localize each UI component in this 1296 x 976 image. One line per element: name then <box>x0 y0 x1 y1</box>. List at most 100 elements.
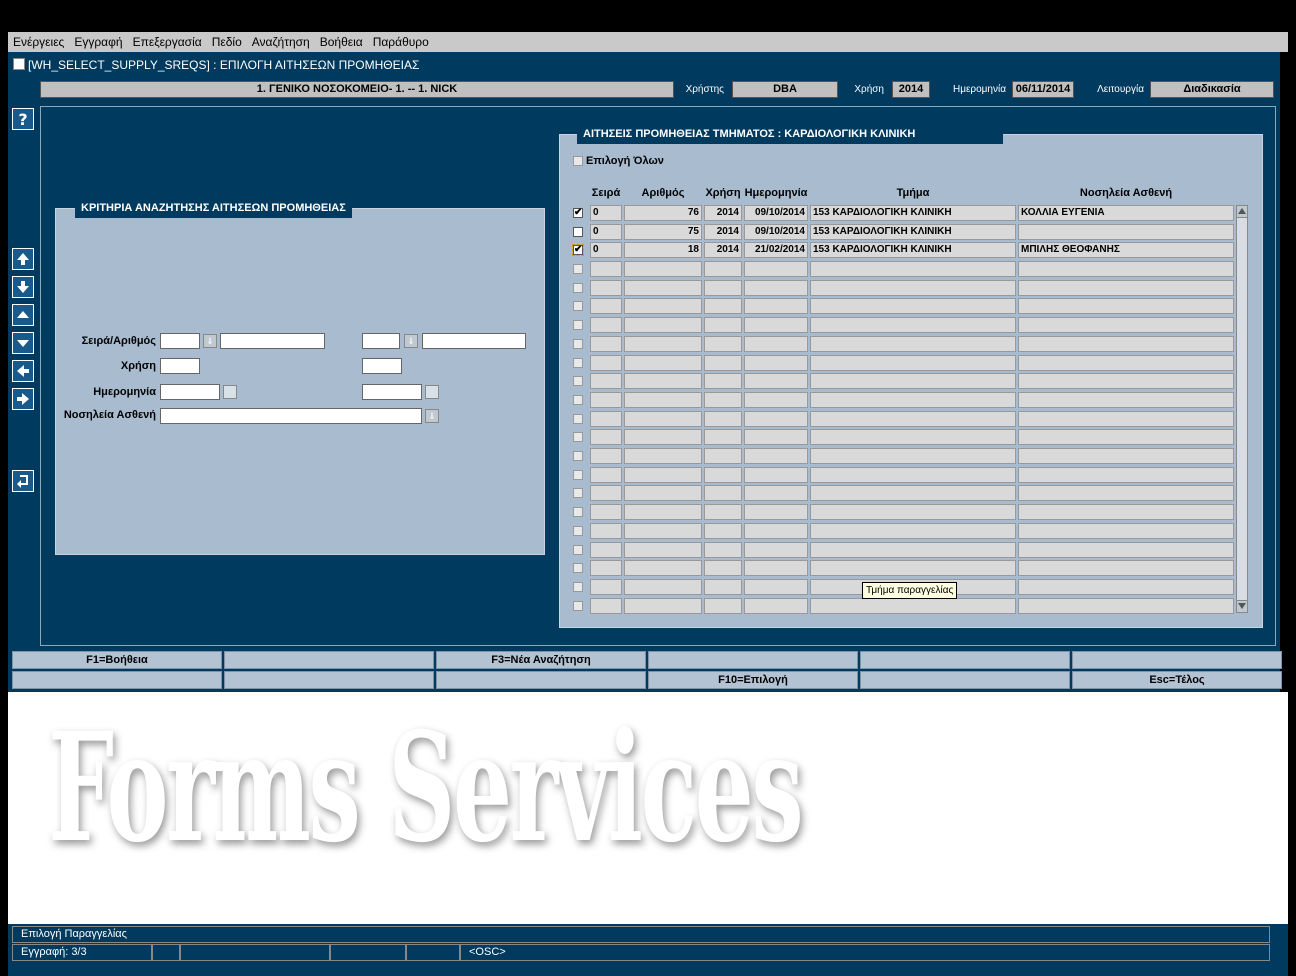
empty-cell[interactable] <box>1018 298 1234 315</box>
empty-cell[interactable] <box>590 597 622 614</box>
row-checkbox[interactable] <box>573 469 583 480</box>
empty-cell[interactable] <box>624 373 702 390</box>
row-checkbox[interactable] <box>573 357 583 368</box>
empty-cell[interactable] <box>704 317 742 334</box>
empty-cell[interactable] <box>624 522 702 539</box>
function-key-button[interactable] <box>436 671 646 689</box>
last-record-button[interactable] <box>12 276 34 298</box>
cell-year[interactable]: 2014 <box>704 205 742 221</box>
empty-cell[interactable] <box>704 560 742 577</box>
empty-cell[interactable] <box>810 261 1016 277</box>
empty-cell[interactable] <box>624 448 702 464</box>
empty-cell[interactable] <box>590 373 622 390</box>
empty-cell[interactable] <box>624 317 702 334</box>
row-checkbox[interactable] <box>573 338 583 349</box>
empty-cell[interactable] <box>704 448 742 464</box>
empty-cell[interactable] <box>810 391 1016 408</box>
empty-cell[interactable] <box>744 373 808 390</box>
empty-cell[interactable] <box>744 298 808 315</box>
date-from-input[interactable] <box>160 384 220 400</box>
first-record-button[interactable] <box>12 248 34 270</box>
empty-cell[interactable] <box>1018 354 1234 371</box>
empty-cell[interactable] <box>744 504 808 521</box>
empty-cell[interactable] <box>590 466 622 483</box>
empty-cell[interactable] <box>744 485 808 502</box>
cell-date[interactable]: 21/02/2014 <box>744 242 808 258</box>
cell-year[interactable]: 2014 <box>704 224 742 240</box>
empty-cell[interactable] <box>590 317 622 334</box>
function-key-button[interactable] <box>224 651 434 669</box>
empty-cell[interactable] <box>810 448 1016 464</box>
series-to-lov-button[interactable]: ⇓ <box>404 334 418 348</box>
patient-input[interactable] <box>160 408 422 424</box>
row-checkbox[interactable] <box>573 282 583 293</box>
empty-cell[interactable] <box>624 410 702 427</box>
function-key-button[interactable] <box>1072 651 1282 669</box>
function-key-button[interactable] <box>224 671 434 689</box>
date-from-calendar-button[interactable] <box>223 385 237 399</box>
empty-cell[interactable] <box>590 429 622 446</box>
row-checkbox[interactable]: ✔ <box>573 208 583 218</box>
empty-cell[interactable] <box>1018 560 1234 577</box>
empty-cell[interactable] <box>704 298 742 315</box>
cell-date[interactable]: 09/10/2014 <box>744 224 808 240</box>
series-lov-button[interactable]: ⇓ <box>203 334 217 348</box>
row-checkbox[interactable] <box>573 320 583 331</box>
cell-number[interactable]: 76 <box>624 205 702 221</box>
cell-department[interactable]: 153 ΚΑΡΔΙΟΛΟΓΙΚΗ ΚΛΙΝΙΚΗ <box>810 242 1016 258</box>
empty-cell[interactable] <box>590 279 622 296</box>
row-checkbox[interactable] <box>573 413 583 424</box>
empty-cell[interactable] <box>704 261 742 277</box>
cell-number[interactable]: 18 <box>624 242 702 258</box>
menu-field[interactable]: Πεδίο <box>207 32 247 49</box>
empty-cell[interactable] <box>1018 541 1234 558</box>
empty-cell[interactable] <box>704 391 742 408</box>
empty-cell[interactable] <box>624 391 702 408</box>
date-to-calendar-button[interactable] <box>425 385 439 399</box>
series-to-input[interactable] <box>362 333 400 349</box>
menu-search[interactable]: Αναζήτηση <box>247 32 315 49</box>
empty-cell[interactable] <box>704 466 742 483</box>
row-checkbox[interactable] <box>573 451 583 461</box>
empty-cell[interactable] <box>624 429 702 446</box>
empty-cell[interactable] <box>590 391 622 408</box>
empty-cell[interactable] <box>744 261 808 277</box>
cell-series[interactable]: 0 <box>590 242 622 258</box>
row-checkbox[interactable] <box>573 507 583 518</box>
empty-cell[interactable] <box>624 541 702 558</box>
empty-cell[interactable] <box>590 261 622 277</box>
empty-cell[interactable] <box>810 522 1016 539</box>
empty-cell[interactable] <box>810 485 1016 502</box>
empty-cell[interactable] <box>1018 410 1234 427</box>
function-key-button[interactable]: F1=Βοήθεια <box>12 651 222 669</box>
empty-cell[interactable] <box>1018 597 1234 614</box>
row-checkbox[interactable] <box>573 544 583 555</box>
empty-cell[interactable] <box>624 298 702 315</box>
empty-cell[interactable] <box>704 485 742 502</box>
empty-cell[interactable] <box>810 317 1016 334</box>
empty-cell[interactable] <box>744 410 808 427</box>
scroll-up-button[interactable] <box>1237 206 1247 218</box>
empty-cell[interactable] <box>590 560 622 577</box>
cell-department[interactable]: 153 ΚΑΡΔΙΟΛΟΓΙΚΗ ΚΛΙΝΙΚΗ <box>810 224 1016 240</box>
cell-patient[interactable] <box>1018 224 1234 240</box>
function-key-button[interactable] <box>860 671 1070 689</box>
empty-cell[interactable] <box>810 541 1016 558</box>
empty-cell[interactable] <box>810 373 1016 390</box>
row-checkbox[interactable] <box>573 376 583 387</box>
empty-cell[interactable] <box>744 335 808 352</box>
row-checkbox[interactable] <box>573 394 583 405</box>
cell-series[interactable]: 0 <box>590 205 622 221</box>
empty-cell[interactable] <box>744 597 808 614</box>
menu-record[interactable]: Εγγραφή <box>69 32 127 49</box>
empty-cell[interactable] <box>590 298 622 315</box>
empty-cell[interactable] <box>704 522 742 539</box>
empty-cell[interactable] <box>744 560 808 577</box>
row-checkbox[interactable] <box>573 600 583 611</box>
empty-cell[interactable] <box>704 279 742 296</box>
empty-cell[interactable] <box>624 597 702 614</box>
empty-cell[interactable] <box>704 597 742 614</box>
empty-cell[interactable] <box>744 578 808 595</box>
empty-cell[interactable] <box>810 560 1016 577</box>
empty-cell[interactable] <box>590 485 622 502</box>
